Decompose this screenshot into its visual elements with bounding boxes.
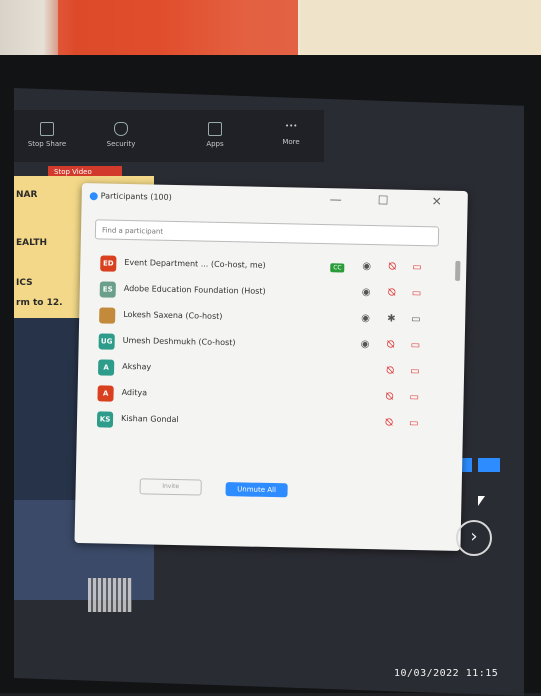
photo-timestamp: 10/03/2022 11:15 <box>394 668 499 679</box>
mic-muted-icon[interactable]: ⦰ <box>386 365 394 376</box>
camera-off-icon[interactable]: ▭ <box>410 366 420 377</box>
unmute-all-button[interactable]: Unmute All <box>225 482 288 498</box>
avatar: ES <box>99 281 116 298</box>
video-icon[interactable]: ◉ <box>361 313 370 324</box>
toolbar-security[interactable]: Security <box>92 122 150 148</box>
toolbar-apps[interactable]: Apps <box>186 122 244 148</box>
mic-icon[interactable]: ✱ <box>387 313 396 324</box>
video-icon[interactable]: ◉ <box>362 261 371 272</box>
avatar: A <box>97 359 115 376</box>
maximize-icon[interactable]: ☐ <box>378 193 389 207</box>
video-icon[interactable]: ◉ <box>361 339 370 350</box>
invite-button[interactable]: Invite <box>139 478 202 496</box>
apps-icon <box>208 122 222 136</box>
zoom-logo-icon <box>89 191 98 200</box>
chevron-right-icon[interactable]: › <box>456 520 492 556</box>
mic-muted-icon[interactable]: ⦰ <box>388 287 396 298</box>
mic-muted-icon[interactable]: ⦰ <box>388 261 396 272</box>
slide-line-1: NAR <box>16 190 38 200</box>
participant-row[interactable]: KS Kishan Gondal ⦰ ▭ <box>96 409 437 436</box>
avatar: KS <box>96 411 114 428</box>
mouse-cursor-icon <box>478 496 485 506</box>
participant-row[interactable]: Lokesh Saxena (Co-host) ◉ ✱ ▭ <box>99 305 439 332</box>
camera-icon[interactable]: ▭ <box>411 314 421 325</box>
avatar <box>99 307 116 324</box>
participant-row[interactable]: UG Umesh Deshmukh (Co-host) ◉ ⦰ ▭ <box>98 331 438 358</box>
participant-name: Kishan Gondal <box>120 413 179 425</box>
participants-window: Participants (100) — ☐ ✕ Find a particip… <box>74 183 468 552</box>
slide-line-4: rm to 12. <box>16 298 63 308</box>
toolbar-more[interactable]: ••• More <box>262 122 320 146</box>
toolbar-stop-share[interactable]: Stop Share <box>18 122 76 148</box>
slide-line-2: EALTH <box>16 238 48 248</box>
camera-off-icon[interactable]: ▭ <box>412 288 422 299</box>
qr-code <box>88 578 132 612</box>
wall-red-panel <box>58 0 298 60</box>
mic-muted-icon[interactable]: ⦰ <box>385 391 393 402</box>
participant-row[interactable]: A Akshay ⦰ ▭ <box>97 357 438 384</box>
avatar: A <box>97 385 114 402</box>
participant-row[interactable]: A Aditya ⦰ ▭ <box>97 383 437 410</box>
zoom-blue-button-2[interactable] <box>478 458 500 472</box>
cc-badge: CC <box>330 263 345 273</box>
close-icon[interactable]: ✕ <box>432 194 442 208</box>
camera-off-icon[interactable]: ▭ <box>412 262 422 273</box>
video-icon[interactable]: ◉ <box>362 287 371 298</box>
avatar: ED <box>100 255 117 272</box>
participant-name: Adobe Education Foundation (Host) <box>123 283 266 296</box>
camera-off-icon[interactable]: ▭ <box>409 418 419 429</box>
camera-off-icon[interactable]: ▭ <box>411 340 421 351</box>
shield-icon <box>114 122 128 136</box>
participant-name: Lokesh Saxena (Co-host) <box>123 309 223 321</box>
participant-name: Akshay <box>122 361 152 372</box>
participant-name: Aditya <box>121 387 148 398</box>
slide-line-3: ICS <box>16 278 33 288</box>
mic-muted-icon[interactable]: ⦰ <box>387 339 395 350</box>
participant-name: Event Department ... (Co-host, me) <box>124 257 266 270</box>
mic-muted-icon[interactable]: ⦰ <box>385 417 393 428</box>
participant-name: Umesh Deshmukh (Co-host) <box>122 335 236 348</box>
participant-row[interactable]: ES Adobe Education Foundation (Host) ◉ ⦰… <box>99 279 440 306</box>
more-icon: ••• <box>285 122 298 130</box>
stop-share-icon <box>40 122 54 136</box>
minimize-icon[interactable]: — <box>330 192 342 206</box>
participant-search-input[interactable]: Find a participant <box>94 219 440 247</box>
participant-row[interactable]: ED Event Department ... (Co-host, me) CC… <box>100 253 440 280</box>
camera-off-icon[interactable]: ▭ <box>409 392 419 403</box>
avatar: UG <box>98 333 115 350</box>
scrollbar[interactable] <box>455 260 461 281</box>
participants-title: Participants (100) <box>89 191 172 202</box>
